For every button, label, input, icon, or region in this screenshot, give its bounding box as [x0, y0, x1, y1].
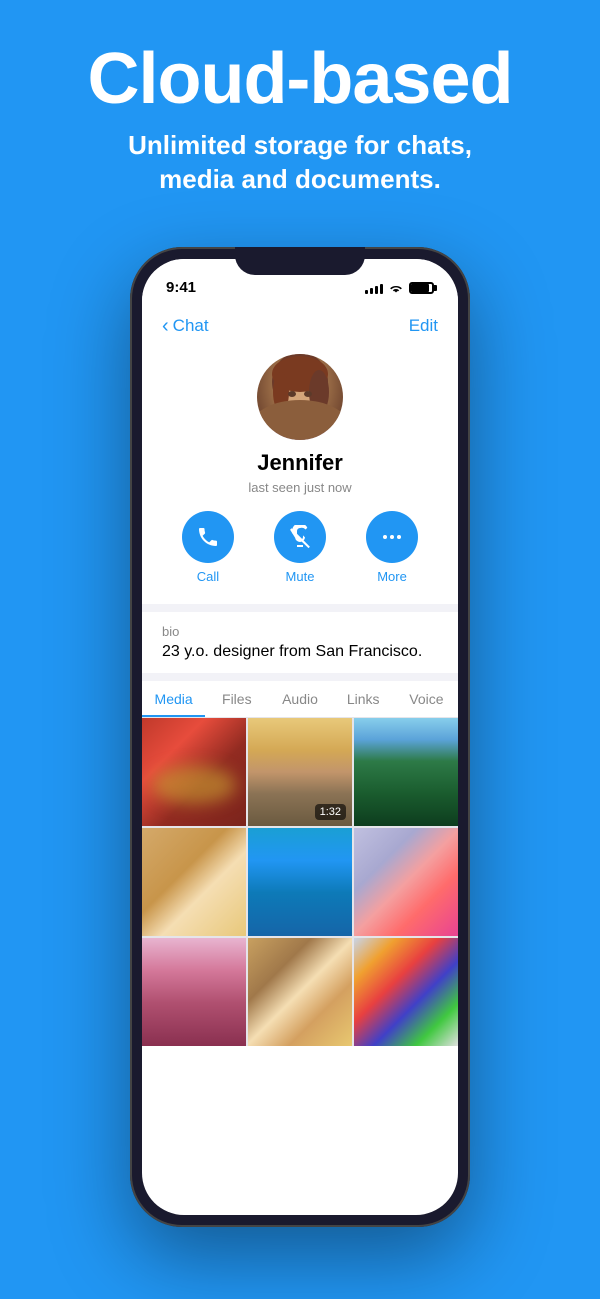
bio-label: bio [162, 624, 438, 639]
battery-icon [409, 282, 434, 294]
media-item[interactable] [354, 718, 458, 826]
more-button[interactable]: More [366, 511, 418, 584]
call-button[interactable]: Call [182, 511, 234, 584]
phone-frame: 9:41 [130, 247, 470, 1227]
status-icons [365, 282, 434, 294]
media-item[interactable] [142, 828, 246, 936]
wifi-icon [388, 282, 404, 294]
profile-name: Jennifer [257, 450, 343, 476]
media-item[interactable] [354, 828, 458, 936]
section-divider-2 [142, 673, 458, 681]
phone-icon [196, 525, 220, 549]
phone-wrapper: 9:41 [0, 247, 600, 1227]
tab-media[interactable]: Media [142, 681, 205, 717]
more-label: More [377, 569, 407, 584]
media-item[interactable] [142, 718, 246, 826]
section-divider [142, 604, 458, 612]
mute-icon [288, 525, 312, 549]
tab-audio[interactable]: Audio [268, 681, 331, 717]
media-item[interactable] [142, 938, 246, 1046]
mute-label: Mute [286, 569, 315, 584]
hero-title: Cloud-based [20, 40, 580, 119]
back-button[interactable]: ‹ Chat [162, 315, 209, 338]
bio-text: 23 y.o. designer from San Francisco. [162, 643, 438, 661]
back-chevron-icon: ‹ [162, 315, 169, 338]
edit-button[interactable]: Edit [409, 316, 438, 336]
back-label: Chat [173, 316, 209, 336]
video-duration: 1:32 [315, 804, 346, 820]
phone-notch [235, 247, 365, 275]
hero-subtitle: Unlimited storage for chats,media and do… [20, 129, 580, 197]
media-grid: 1:32 [142, 718, 458, 1046]
media-item[interactable]: 1:32 [248, 718, 352, 826]
media-tabs: Media Files Audio Links Voice [142, 681, 458, 718]
more-icon [380, 525, 404, 549]
tab-voice[interactable]: Voice [395, 681, 458, 717]
profile-status: last seen just now [248, 480, 351, 495]
call-label: Call [197, 569, 219, 584]
media-item[interactable] [248, 828, 352, 936]
media-item[interactable] [248, 938, 352, 1046]
media-item[interactable] [354, 938, 458, 1046]
tab-links[interactable]: Links [332, 681, 395, 717]
bio-section: bio 23 y.o. designer from San Francisco. [142, 612, 458, 673]
status-time: 9:41 [166, 279, 196, 296]
signal-icon [365, 282, 383, 294]
tab-files[interactable]: Files [205, 681, 268, 717]
mute-button[interactable]: Mute [274, 511, 326, 584]
nav-bar: ‹ Chat Edit [142, 303, 458, 346]
profile-section: Jennifer last seen just now Call [142, 346, 458, 604]
avatar [257, 354, 343, 440]
phone-screen: 9:41 [142, 259, 458, 1215]
action-buttons: Call Mute [182, 511, 418, 584]
hero-section: Cloud-based Unlimited storage for chats,… [0, 0, 600, 217]
